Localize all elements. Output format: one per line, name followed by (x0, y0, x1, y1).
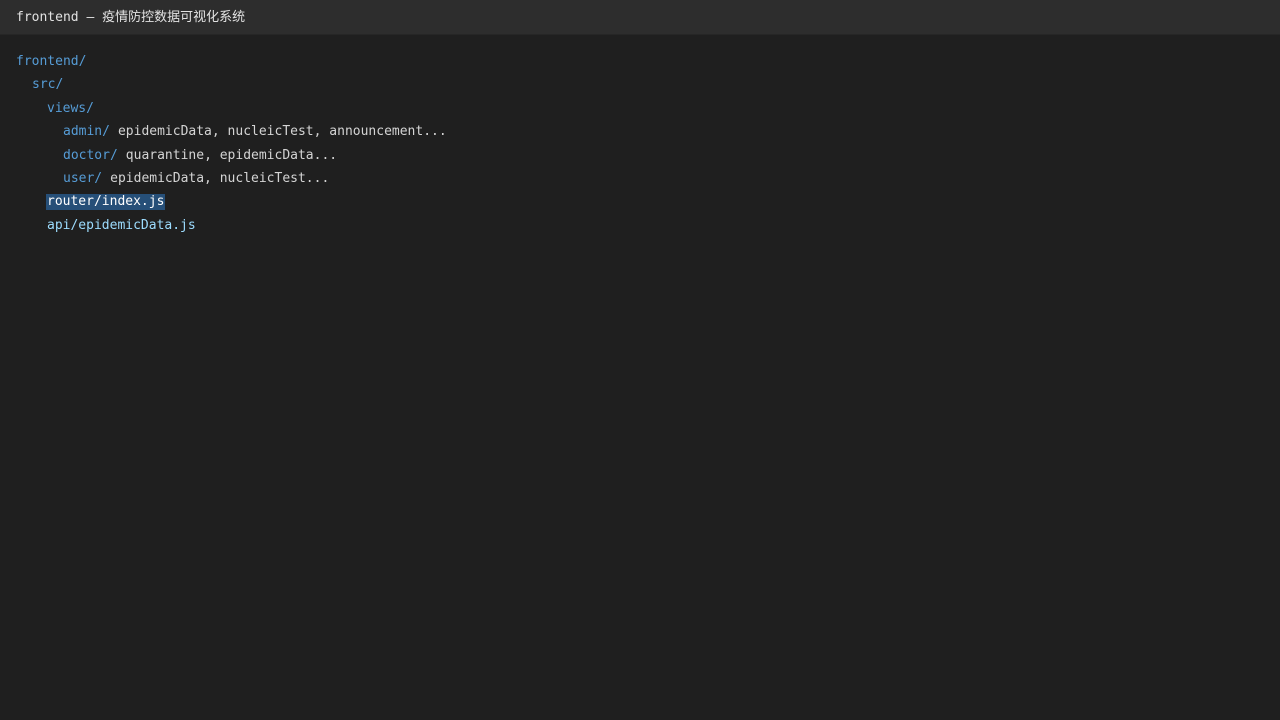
folder-contents: quarantine, epidemicData... (125, 147, 338, 163)
folder-label: frontend/ (16, 54, 87, 69)
folder-label: admin/ (63, 124, 110, 140)
folder-contents: epidemicData, nucleicTest... (110, 170, 330, 186)
tree-item-api-epidemicdata[interactable]: api/epidemicData.js (0, 216, 1280, 239)
file-label: api/epidemicData.js (47, 217, 196, 233)
folder-label: src/ (32, 77, 64, 93)
tree-item-frontend[interactable]: frontend/ (0, 52, 1280, 75)
tree-item-router-index[interactable]: router/index.js (0, 192, 1280, 215)
folder-label: user/ (63, 170, 103, 186)
folder-label: doctor/ (63, 147, 118, 163)
file-tree: frontend/ src/ views/ admin/epidemicData… (0, 52, 1280, 239)
folder-label: views/ (47, 100, 94, 116)
tree-item-views[interactable]: views/ (0, 99, 1280, 122)
title-bar: frontend — 疫情防控数据可视化系统 (0, 0, 1280, 35)
tree-item-admin[interactable]: admin/epidemicData, nucleicTest, announc… (0, 122, 1280, 145)
file-label-selected: router/index.js (46, 194, 166, 211)
tree-item-user[interactable]: user/epidemicData, nucleicTest... (0, 169, 1280, 192)
tree-item-src[interactable]: src/ (0, 75, 1280, 98)
folder-contents: epidemicData, nucleicTest, announcement.… (117, 124, 447, 140)
tree-item-doctor[interactable]: doctor/quarantine, epidemicData... (0, 146, 1280, 169)
window-title: frontend — 疫情防控数据可视化系统 (16, 10, 246, 25)
